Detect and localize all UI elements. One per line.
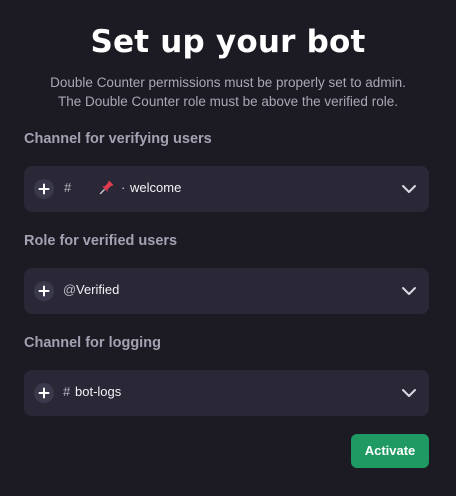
description-line-2: The Double Counter role must be above th…: [58, 94, 398, 109]
setup-description: Double Counter permissions must be prope…: [0, 73, 456, 111]
plus-icon[interactable]: [34, 383, 54, 403]
verified-role-select[interactable]: @ Verified: [24, 268, 429, 314]
verify-channel-value: welcome: [130, 180, 182, 195]
verify-channel-select[interactable]: # · welcome: [24, 166, 429, 212]
channel-hash-icon: #: [64, 180, 72, 195]
description-line-1: Double Counter permissions must be prope…: [50, 75, 406, 90]
plus-icon[interactable]: [34, 179, 54, 199]
channel-hash-icon: #: [63, 384, 71, 399]
verify-channel-label: Channel for verifying users: [24, 131, 212, 147]
logging-channel-label: Channel for logging: [24, 335, 161, 351]
page-title: Set up your bot: [90, 24, 366, 60]
logging-channel-select[interactable]: # bot-logs: [24, 370, 429, 416]
logging-channel-value: bot-logs: [75, 384, 122, 399]
verified-role-value: Verified: [76, 282, 120, 297]
chevron-down-icon[interactable]: [401, 182, 417, 201]
chevron-down-icon[interactable]: [401, 386, 417, 405]
separator-dot: ·: [121, 180, 126, 195]
plus-icon[interactable]: [34, 281, 54, 301]
activate-button[interactable]: Activate: [351, 434, 429, 468]
role-at-icon: @: [63, 282, 77, 297]
pushpin-icon: [99, 179, 115, 200]
verified-role-label: Role for verified users: [24, 233, 178, 249]
chevron-down-icon[interactable]: [401, 284, 417, 303]
